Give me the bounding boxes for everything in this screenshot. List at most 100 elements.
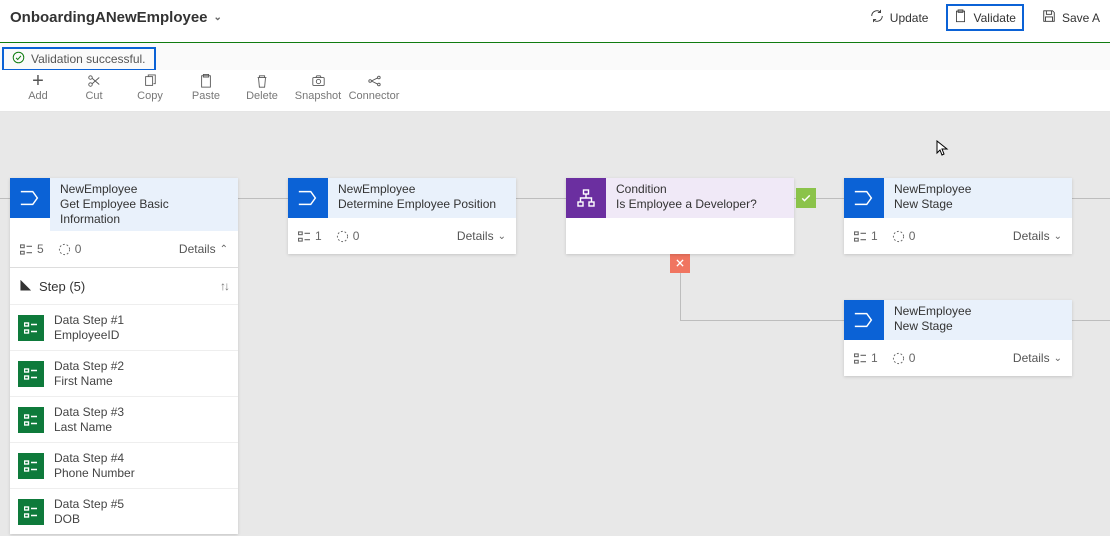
- update-label: Update: [890, 11, 929, 25]
- cut-label: Cut: [85, 90, 102, 102]
- paste-icon: [199, 72, 213, 90]
- stage-icon: [10, 178, 50, 218]
- stage-name: New Stage: [894, 197, 1062, 212]
- validation-message-text: Validation successful.: [31, 52, 146, 66]
- steps-panel: Step (5) ↑↓ Data Step #1EmployeeIDData S…: [10, 267, 238, 534]
- step-row[interactable]: Data Step #5DOB: [10, 488, 238, 534]
- add-label: Add: [28, 90, 48, 102]
- step-field: EmployeeID: [54, 328, 124, 343]
- connector-line: [1072, 320, 1110, 321]
- stage-header: NewEmployee New Stage: [844, 178, 1072, 218]
- step-row[interactable]: Data Step #2First Name: [10, 350, 238, 396]
- step-row[interactable]: Data Step #1EmployeeID: [10, 304, 238, 350]
- stage-header: NewEmployee New Stage: [844, 300, 1072, 340]
- paste-label: Paste: [192, 90, 220, 102]
- stage-card[interactable]: NewEmployee New Stage 1 0 Details ⌄: [844, 300, 1072, 376]
- step-text: Data Step #5DOB: [54, 497, 124, 527]
- stage-name: Get Employee Basic Information: [60, 197, 228, 227]
- stage-name: New Stage: [894, 319, 1062, 334]
- connector-line: [1072, 198, 1110, 199]
- triangle-icon: [20, 279, 31, 294]
- branch-icon: [566, 178, 606, 218]
- stage-titles: NewEmployee New Stage: [884, 300, 1072, 340]
- chevron-down-icon: ⌄: [498, 231, 506, 242]
- steps-header-text: Step (5): [39, 279, 85, 294]
- step-row[interactable]: Data Step #3Last Name: [10, 396, 238, 442]
- header-bar: OnboardingANewEmployee ⌄ Update Validate…: [0, 0, 1110, 35]
- condition-label: Condition: [616, 182, 784, 197]
- stage-header: NewEmployee Get Employee Basic Informati…: [10, 178, 238, 231]
- add-button[interactable]: + Add: [10, 72, 66, 102]
- stage-summary: 1 0 Details ⌄: [844, 340, 1072, 376]
- stage-card[interactable]: NewEmployee Determine Employee Position …: [288, 178, 516, 254]
- step-count: 1: [854, 229, 878, 243]
- stage-summary: 1 0 Details ⌄: [844, 218, 1072, 254]
- save-as-button[interactable]: Save A: [1036, 6, 1106, 29]
- stage-entity: NewEmployee: [60, 182, 228, 197]
- flow-count: 0: [892, 351, 916, 365]
- connector-button[interactable]: Connector: [346, 72, 402, 102]
- scissors-icon: [87, 72, 101, 90]
- stage-titles: NewEmployee Determine Employee Position: [328, 178, 516, 218]
- sort-icon[interactable]: ↑↓: [220, 279, 228, 293]
- condition-card[interactable]: Condition Is Employee a Developer?: [566, 178, 794, 254]
- update-button[interactable]: Update: [864, 6, 935, 29]
- validate-label: Validate: [973, 11, 1015, 25]
- connector-line: [238, 198, 288, 199]
- condition-text: Is Employee a Developer?: [616, 197, 784, 212]
- step-text: Data Step #2First Name: [54, 359, 124, 389]
- validate-button[interactable]: Validate: [946, 4, 1023, 31]
- stage-summary: 1 0 Details ⌄: [288, 218, 516, 254]
- data-step-icon: [18, 361, 44, 387]
- details-toggle[interactable]: Details ⌄: [457, 229, 506, 243]
- connector-line: [680, 320, 844, 321]
- paste-button[interactable]: Paste: [178, 72, 234, 102]
- mouse-cursor-icon: [936, 140, 950, 159]
- details-toggle[interactable]: Details ⌄: [1013, 229, 1062, 243]
- cut-button[interactable]: Cut: [66, 72, 122, 102]
- connector-icon: [367, 72, 382, 90]
- step-title: Data Step #3: [54, 405, 124, 420]
- step-count: 5: [20, 242, 44, 256]
- details-toggle[interactable]: Details ⌃: [179, 242, 228, 256]
- details-toggle[interactable]: Details ⌄: [1013, 351, 1062, 365]
- process-title[interactable]: OnboardingANewEmployee ⌄: [10, 9, 222, 26]
- chevron-down-icon: ⌄: [1054, 353, 1062, 364]
- copy-icon: [143, 72, 157, 90]
- step-text: Data Step #4Phone Number: [54, 451, 135, 481]
- stage-card[interactable]: NewEmployee Get Employee Basic Informati…: [10, 178, 238, 534]
- snapshot-label: Snapshot: [295, 90, 341, 102]
- step-field: Phone Number: [54, 466, 135, 481]
- stage-header: NewEmployee Determine Employee Position: [288, 178, 516, 218]
- step-row[interactable]: Data Step #4Phone Number: [10, 442, 238, 488]
- step-title: Data Step #1: [54, 313, 124, 328]
- chevron-down-icon: ⌄: [1054, 231, 1062, 242]
- step-field: First Name: [54, 374, 124, 389]
- step-field: DOB: [54, 512, 124, 527]
- trash-icon: [255, 72, 269, 90]
- stage-card[interactable]: NewEmployee New Stage 1 0 Details ⌄: [844, 178, 1072, 254]
- delete-button[interactable]: Delete: [234, 72, 290, 102]
- canvas[interactable]: NewEmployee Get Employee Basic Informati…: [0, 112, 1110, 536]
- chevron-down-icon: ⌄: [214, 12, 222, 23]
- copy-button[interactable]: Copy: [122, 72, 178, 102]
- refresh-icon: [870, 9, 884, 26]
- step-title: Data Step #4: [54, 451, 135, 466]
- step-field: Last Name: [54, 420, 124, 435]
- stage-summary: 5 0 Details ⌃: [10, 231, 238, 267]
- clipboard-icon: [954, 9, 967, 26]
- data-step-icon: [18, 407, 44, 433]
- stage-icon: [844, 300, 884, 340]
- connector-label: Connector: [349, 90, 400, 102]
- camera-icon: [311, 72, 326, 90]
- stage-entity: NewEmployee: [894, 182, 1062, 197]
- stage-titles: NewEmployee Get Employee Basic Informati…: [50, 178, 238, 231]
- step-title: Data Step #2: [54, 359, 124, 374]
- copy-label: Copy: [137, 90, 163, 102]
- condition-titles: Condition Is Employee a Developer?: [606, 178, 794, 218]
- toolbar: + Add Cut Copy Paste Delete Snapshot: [0, 70, 1110, 112]
- save-as-label: Save A: [1062, 11, 1100, 25]
- step-count: 1: [298, 229, 322, 243]
- snapshot-button[interactable]: Snapshot: [290, 72, 346, 102]
- validation-message-box: Validation successful.: [2, 47, 156, 71]
